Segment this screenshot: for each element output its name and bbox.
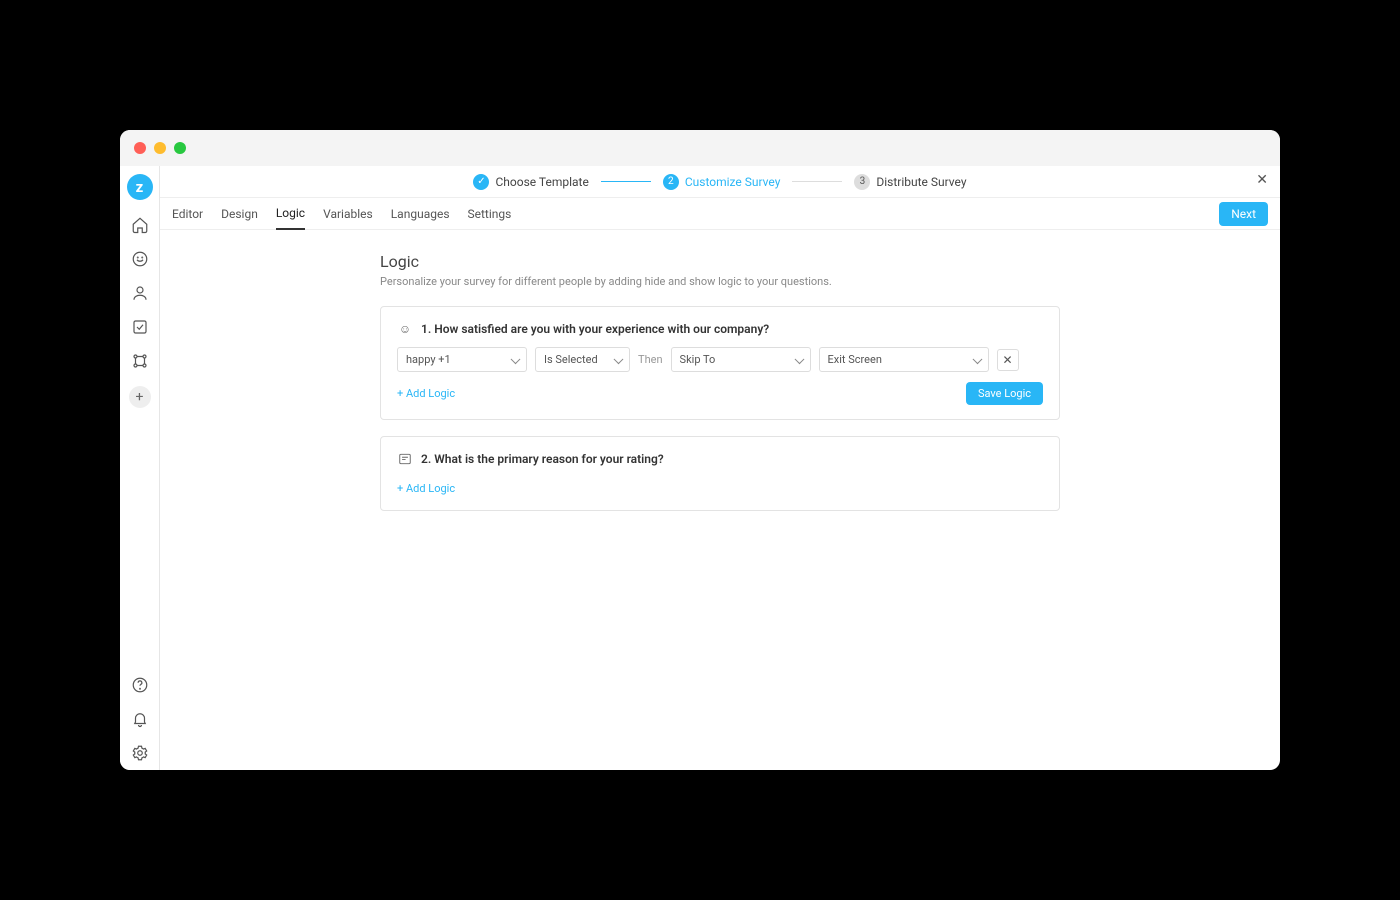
settings-icon[interactable] (131, 744, 149, 762)
flow-icon[interactable] (131, 352, 149, 370)
step-number-icon: 3 (854, 174, 870, 190)
wizard-connector (601, 181, 651, 182)
brand-logo[interactable]: z (127, 174, 153, 200)
question-card: 2. What is the primary reason for your r… (380, 436, 1060, 511)
traffic-light-close[interactable] (134, 142, 146, 154)
app-body: z + ✓ Choose Template 2 Customize Sur (120, 166, 1280, 770)
wizard-step-2[interactable]: 2 Customize Survey (663, 174, 781, 190)
sub-nav: Editor Design Logic Variables Languages … (160, 198, 1280, 230)
home-icon[interactable] (131, 216, 149, 234)
remove-logic-icon[interactable]: ✕ (997, 349, 1019, 371)
content-area: Logic Personalize your survey for differ… (160, 230, 1280, 770)
wizard-bar: ✓ Choose Template 2 Customize Survey 3 D… (160, 166, 1280, 198)
add-logic-button[interactable]: + Add Logic (397, 482, 455, 495)
logic-row: happy +1 Is Selected Then Skip To Exit S… (397, 347, 1043, 372)
logic-option-select[interactable]: happy +1 (397, 347, 527, 372)
check-icon: ✓ (473, 174, 489, 190)
logic-condition-select[interactable]: Is Selected (535, 347, 630, 372)
add-logic-button[interactable]: + Add Logic (397, 387, 455, 400)
app-window: z + ✓ Choose Template 2 Customize Sur (120, 130, 1280, 770)
tab-settings[interactable]: Settings (468, 199, 512, 229)
wizard-step-label: Distribute Survey (876, 175, 966, 189)
save-logic-button[interactable]: Save Logic (966, 382, 1043, 405)
question-card: ☺ 1. How satisfied are you with your exp… (380, 306, 1060, 420)
page-title: Logic (380, 252, 1060, 271)
tab-logic[interactable]: Logic (276, 198, 305, 230)
tab-design[interactable]: Design (221, 199, 258, 229)
smiley-icon: ☺ (397, 321, 413, 337)
then-label: Then (638, 353, 663, 366)
side-rail: z + (120, 166, 160, 770)
wizard-step-label: Choose Template (495, 175, 588, 189)
tab-editor[interactable]: Editor (172, 199, 203, 229)
tasks-icon[interactable] (131, 318, 149, 336)
mac-title-bar (120, 130, 1280, 166)
notifications-icon[interactable] (131, 710, 149, 728)
traffic-light-zoom[interactable] (174, 142, 186, 154)
add-icon[interactable]: + (129, 386, 151, 408)
wizard-step-label: Customize Survey (685, 175, 781, 189)
wizard-step-1[interactable]: ✓ Choose Template (473, 174, 588, 190)
logic-target-select[interactable]: Exit Screen (819, 347, 989, 372)
tab-languages[interactable]: Languages (391, 199, 450, 229)
user-icon[interactable] (131, 284, 149, 302)
question-title: 2. What is the primary reason for your r… (421, 452, 664, 466)
step-number-icon: 2 (663, 174, 679, 190)
logic-action-select[interactable]: Skip To (671, 347, 811, 372)
tab-variables[interactable]: Variables (323, 199, 373, 229)
help-icon[interactable] (131, 676, 149, 694)
text-icon (397, 451, 413, 467)
main-column: ✓ Choose Template 2 Customize Survey 3 D… (160, 166, 1280, 770)
survey-icon[interactable] (131, 250, 149, 268)
next-button[interactable]: Next (1219, 202, 1268, 226)
question-title: 1. How satisfied are you with your exper… (421, 322, 769, 336)
page-subtitle: Personalize your survey for different pe… (380, 275, 1060, 288)
traffic-light-minimize[interactable] (154, 142, 166, 154)
wizard-connector (792, 181, 842, 182)
wizard-step-3[interactable]: 3 Distribute Survey (854, 174, 966, 190)
close-icon[interactable]: ✕ (1256, 172, 1268, 188)
